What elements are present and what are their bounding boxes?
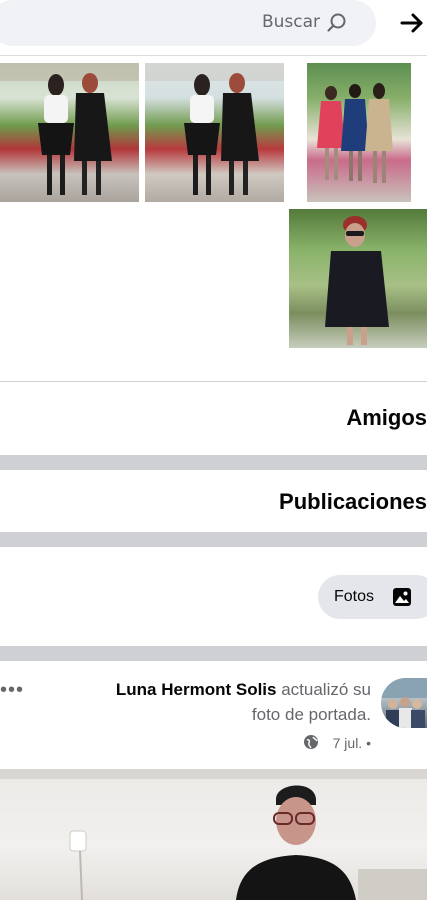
section-gap <box>0 455 427 470</box>
globe-icon <box>304 735 318 749</box>
search-placeholder: Buscar <box>261 12 320 32</box>
post-separator: • <box>366 735 371 751</box>
posts-section-title[interactable]: Publicaciones <box>279 489 427 515</box>
photo-2[interactable] <box>145 63 284 202</box>
photos-filter-chip[interactable]: Fotos <box>318 575 427 619</box>
section-gap <box>0 532 427 547</box>
post-menu-button[interactable]: ••• <box>0 679 24 702</box>
post-action-2: foto de portada. <box>251 705 371 724</box>
friends-section-title[interactable]: Amigos <box>346 405 427 431</box>
section-divider <box>0 381 427 382</box>
cover-photo[interactable] <box>0 769 427 900</box>
photo-3-image <box>317 83 393 183</box>
avatar[interactable] <box>381 678 427 728</box>
photo-icon <box>393 588 411 606</box>
photo-4[interactable] <box>289 209 427 348</box>
post-author[interactable]: Luna Hermont Solis <box>116 680 277 699</box>
photo-3[interactable] <box>307 63 411 202</box>
photo-4-image <box>325 216 389 345</box>
top-bar: Buscar <box>0 0 427 50</box>
photo-2-image <box>145 63 284 195</box>
post-line-1: Luna Hermont Solis actualizó su <box>116 680 371 700</box>
cover-photo-image <box>0 769 427 900</box>
post-header: ••• Luna Hermont Solis actualizó su foto… <box>0 663 427 768</box>
post-date[interactable]: 7 jul. <box>333 735 363 751</box>
search-icon <box>327 13 346 32</box>
photo-1-image <box>0 63 139 195</box>
search-input[interactable]: Buscar <box>0 0 376 46</box>
post-meta: 7 jul. • <box>333 735 371 751</box>
post-action-1: actualizó su <box>281 680 371 699</box>
avatar-image <box>381 678 427 728</box>
photo-1[interactable] <box>0 63 139 202</box>
back-arrow-icon[interactable] <box>399 10 425 36</box>
photos-filter-label: Fotos <box>334 588 375 605</box>
section-gap <box>0 646 427 661</box>
top-bar-divider <box>0 55 427 56</box>
